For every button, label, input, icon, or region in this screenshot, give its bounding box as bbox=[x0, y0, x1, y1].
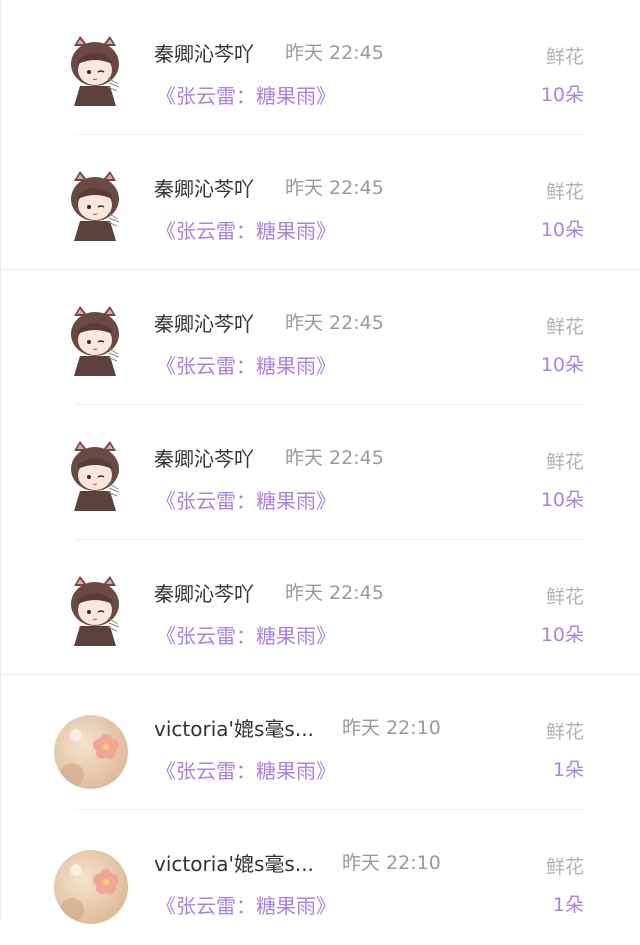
list-item[interactable]: victoria'媲s毫s... 昨天 22:10 《张云雷：糖果雨》 鲜花 1… bbox=[0, 810, 640, 945]
list-item[interactable]: victoria'媲s毫s... 昨天 22:10 《张云雷：糖果雨》 鲜花 1… bbox=[0, 675, 640, 810]
timestamp: 昨天 22:45 bbox=[285, 312, 384, 334]
timestamp: 昨天 22:10 bbox=[342, 717, 441, 739]
gift-count: 10朵 bbox=[540, 354, 584, 376]
user-name[interactable]: 秦卿沁芩吖 bbox=[154, 308, 254, 337]
work-title-link[interactable]: 《张云雷：糖果雨》 bbox=[156, 80, 336, 109]
cat-girl-avatar bbox=[71, 171, 120, 241]
flower-avatar bbox=[54, 715, 128, 789]
user-name[interactable]: 秦卿沁芩吖 bbox=[154, 443, 254, 472]
user-name[interactable]: 秦卿沁芩吖 bbox=[154, 578, 254, 607]
work-title-link[interactable]: 《张云雷：糖果雨》 bbox=[156, 215, 336, 244]
cat-girl-avatar bbox=[71, 36, 120, 106]
cat-girl-avatar bbox=[71, 576, 120, 646]
gift-count: 1朵 bbox=[552, 894, 584, 916]
cat-girl-avatar bbox=[71, 306, 120, 376]
gift-type: 鲜花 bbox=[545, 721, 584, 743]
gift-type: 鲜花 bbox=[545, 586, 584, 608]
gift-count: 1朵 bbox=[552, 759, 584, 781]
list-item[interactable]: 秦卿沁芩吖 昨天 22:45 《张云雷：糖果雨》 鲜花 10朵 bbox=[0, 135, 640, 270]
timestamp: 昨天 22:45 bbox=[285, 177, 384, 199]
work-title-link[interactable]: 《张云雷：糖果雨》 bbox=[156, 350, 336, 379]
timestamp: 昨天 22:10 bbox=[342, 852, 441, 874]
user-name[interactable]: 秦卿沁芩吖 bbox=[154, 173, 254, 202]
gift-count: 10朵 bbox=[540, 219, 584, 241]
timestamp: 昨天 22:45 bbox=[285, 582, 384, 604]
cat-girl-avatar bbox=[71, 441, 120, 511]
user-name[interactable]: victoria'媲s毫s... bbox=[154, 713, 314, 742]
gift-type: 鲜花 bbox=[545, 46, 584, 68]
gift-type: 鲜花 bbox=[545, 856, 584, 878]
gift-type: 鲜花 bbox=[545, 451, 584, 473]
gift-type: 鲜花 bbox=[545, 316, 584, 338]
work-title-link[interactable]: 《张云雷：糖果雨》 bbox=[156, 755, 336, 784]
flower-avatar bbox=[54, 850, 128, 924]
list-item[interactable]: 秦卿沁芩吖 昨天 22:45 《张云雷：糖果雨》 鲜花 10朵 bbox=[0, 405, 640, 540]
timestamp: 昨天 22:45 bbox=[285, 42, 384, 64]
user-name[interactable]: 秦卿沁芩吖 bbox=[154, 38, 254, 67]
user-name[interactable]: victoria'媲s毫s... bbox=[154, 848, 314, 877]
gift-record-list: 秦卿沁芩吖 昨天 22:45 《张云雷：糖果雨》 鲜花 10朵 秦卿沁芩吖 昨天… bbox=[0, 0, 640, 924]
work-title-link[interactable]: 《张云雷：糖果雨》 bbox=[156, 890, 336, 919]
gift-count: 10朵 bbox=[540, 84, 584, 106]
timestamp: 昨天 22:45 bbox=[285, 447, 384, 469]
list-item[interactable]: 秦卿沁芩吖 昨天 22:45 《张云雷：糖果雨》 鲜花 10朵 bbox=[0, 270, 640, 405]
list-item[interactable]: 秦卿沁芩吖 昨天 22:45 《张云雷：糖果雨》 鲜花 10朵 bbox=[0, 0, 640, 135]
gift-type: 鲜花 bbox=[545, 181, 584, 203]
list-item[interactable]: 秦卿沁芩吖 昨天 22:45 《张云雷：糖果雨》 鲜花 10朵 bbox=[0, 540, 640, 675]
work-title-link[interactable]: 《张云雷：糖果雨》 bbox=[156, 485, 336, 514]
work-title-link[interactable]: 《张云雷：糖果雨》 bbox=[156, 620, 336, 649]
gift-count: 10朵 bbox=[540, 624, 584, 646]
gift-count: 10朵 bbox=[540, 489, 584, 511]
